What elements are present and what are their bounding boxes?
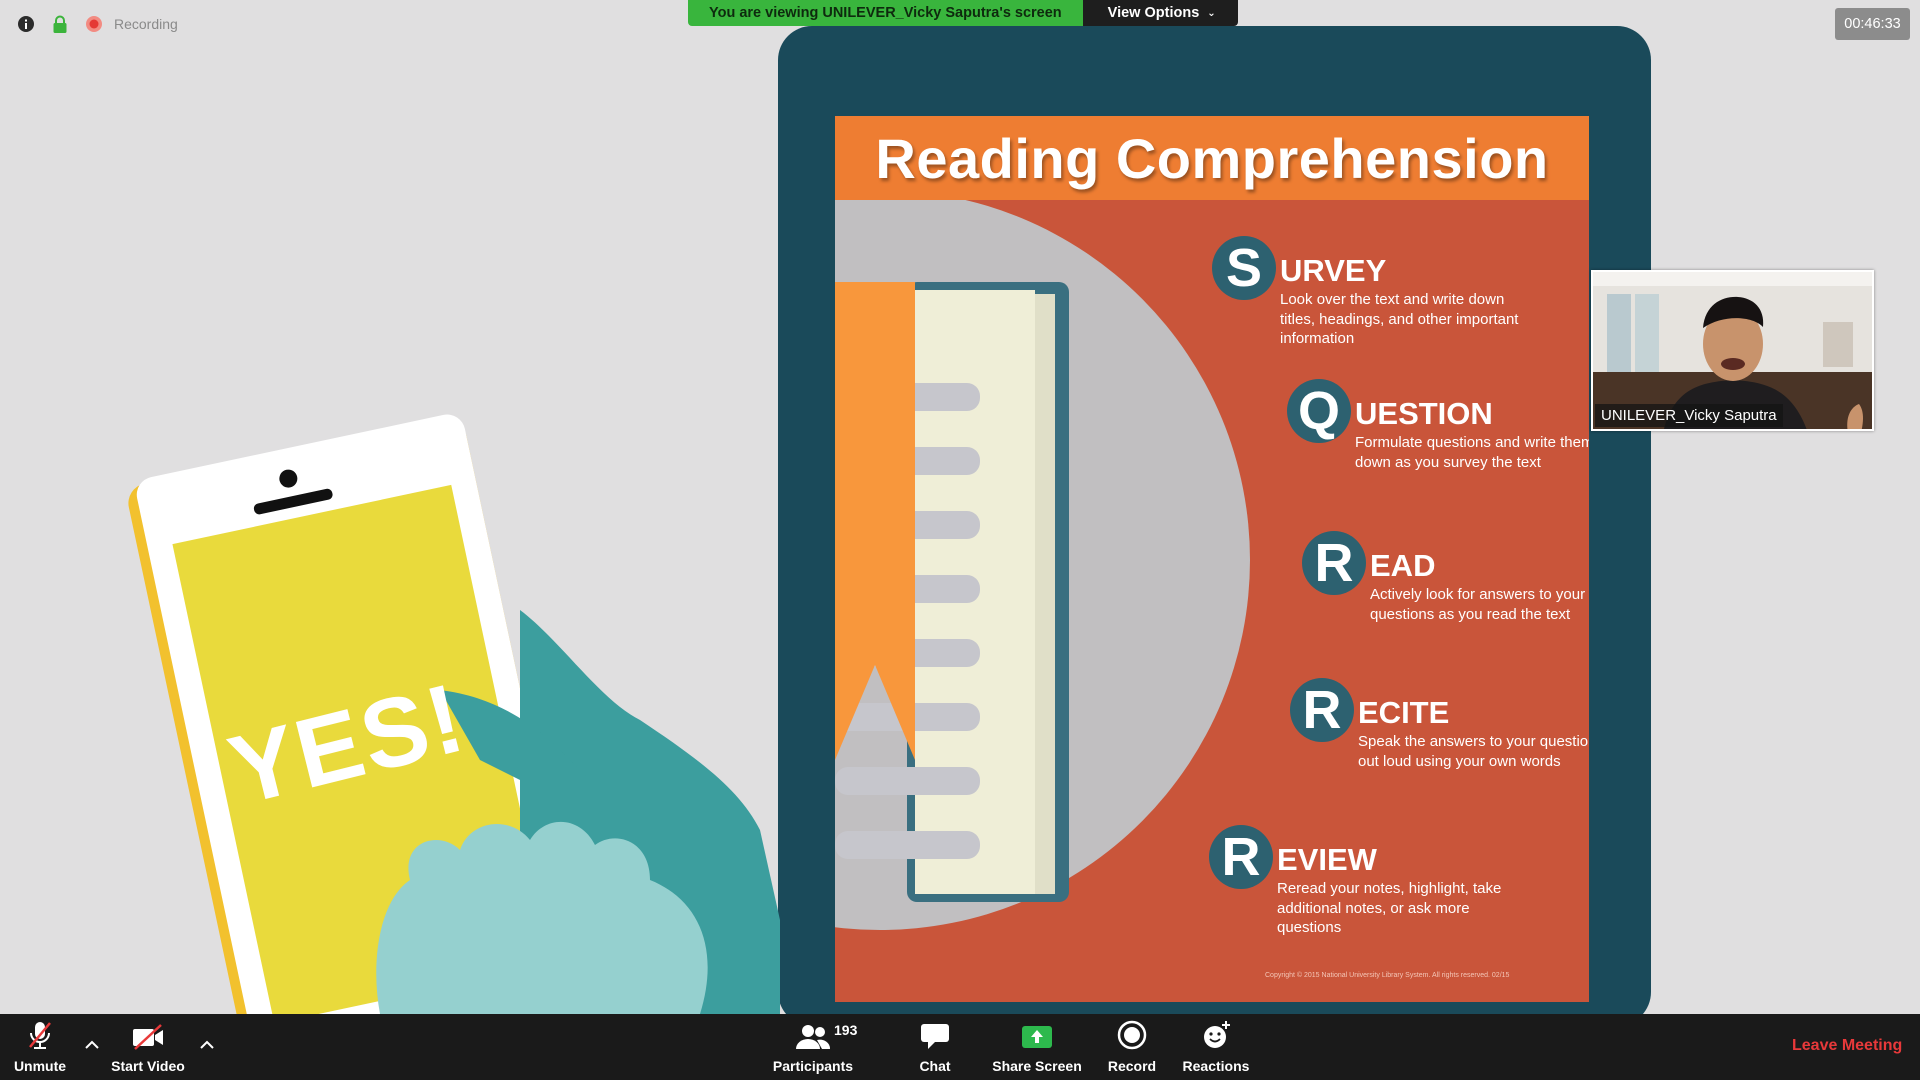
share-screen-icon [1022,1026,1052,1048]
step-letter: R [1290,678,1354,742]
step-description: Look over the text and write down titles… [1280,291,1519,347]
unmute-button[interactable]: Unmute [10,1014,70,1080]
reactions-label: Reactions [1182,1058,1250,1074]
view-options-label: View Options [1107,5,1200,21]
poster-copyright: Copyright © 2015 National University Lib… [1265,972,1510,979]
step-letter: R [1209,825,1273,889]
recording-label: Recording [114,16,178,32]
shared-screen: YES! Reading Comprehension S URVEY Look … [0,0,1920,1014]
step-letter: Q [1287,379,1351,443]
step-word: EAD [1370,548,1436,583]
smiley-plus-icon [1204,1021,1230,1048]
participant-video[interactable]: UNILEVER_Vicky Saputra [1591,270,1874,431]
poster-title: Reading Comprehension [875,126,1549,190]
record-button[interactable]: Record [1102,1014,1162,1080]
share-screen-button[interactable]: Share Screen [987,1014,1087,1080]
screen-share-banner: You are viewing UNILEVER_Vicky Saputra's… [688,0,1238,26]
participants-label: Participants [772,1058,854,1074]
step-description: Actively look for answers to your questi… [1370,586,1586,623]
start-video-button[interactable]: Start Video [108,1014,188,1080]
video-options-caret-icon[interactable] [199,1036,215,1052]
step-description: Reread your notes, highlight, take addit… [1277,880,1502,936]
meeting-timer: 00:46:33 [1835,8,1910,40]
unmute-label: Unmute [13,1058,67,1074]
record-label: Record [1107,1058,1157,1074]
step-letter: R [1302,531,1366,595]
step-word: ECITE [1358,695,1450,730]
view-options-button[interactable]: View Options ⌄ [1082,0,1238,26]
step-description: Speak the answers to your questions out … [1358,733,1589,770]
step-word: URVEY [1280,253,1387,288]
participants-count: 193 [834,1022,858,1038]
lock-icon[interactable] [50,14,70,34]
step-description: Formulate questions and write them down … [1355,434,1589,471]
share-screen-label: Share Screen [992,1058,1082,1074]
step-word: UESTION [1355,396,1493,431]
meeting-status-icons: Recording [16,14,178,34]
step-review: R EVIEW Reread your notes, highlight, ta… [1209,825,1537,938]
record-icon [1117,1020,1147,1050]
poster-header: Reading Comprehension [835,116,1589,200]
reading-comprehension-poster: Reading Comprehension S URVEY Look over … [835,116,1589,1002]
viewing-notice: You are viewing UNILEVER_Vicky Saputra's… [688,0,1083,26]
reactions-button[interactable]: Reactions [1176,1014,1256,1080]
participants-icon [796,1025,831,1049]
step-survey: S URVEY Look over the text and write dow… [1212,236,1540,349]
step-recite: R ECITE Speak the answers to your questi… [1290,678,1589,771]
video-camera-off-icon [133,1024,163,1050]
chevron-down-icon: ⌄ [1207,7,1216,19]
info-icon[interactable] [16,14,36,34]
step-word: EVIEW [1277,842,1377,877]
audio-options-caret-icon[interactable] [84,1036,100,1052]
step-read: R EAD Actively look for answers to your … [1302,531,1589,624]
start-video-label: Start Video [111,1058,185,1074]
participant-name: UNILEVER_Vicky Saputra [1595,404,1783,427]
step-letter: S [1212,236,1276,300]
leave-meeting-button[interactable]: Leave Meeting [1792,1037,1902,1055]
chat-label: Chat [919,1058,951,1074]
microphone-muted-icon [29,1022,51,1049]
chat-button[interactable]: Chat [905,1014,965,1080]
recording-icon[interactable] [84,14,104,34]
step-question: Q UESTION Formulate questions and write … [1287,379,1589,472]
chat-bubble-icon [921,1024,949,1049]
